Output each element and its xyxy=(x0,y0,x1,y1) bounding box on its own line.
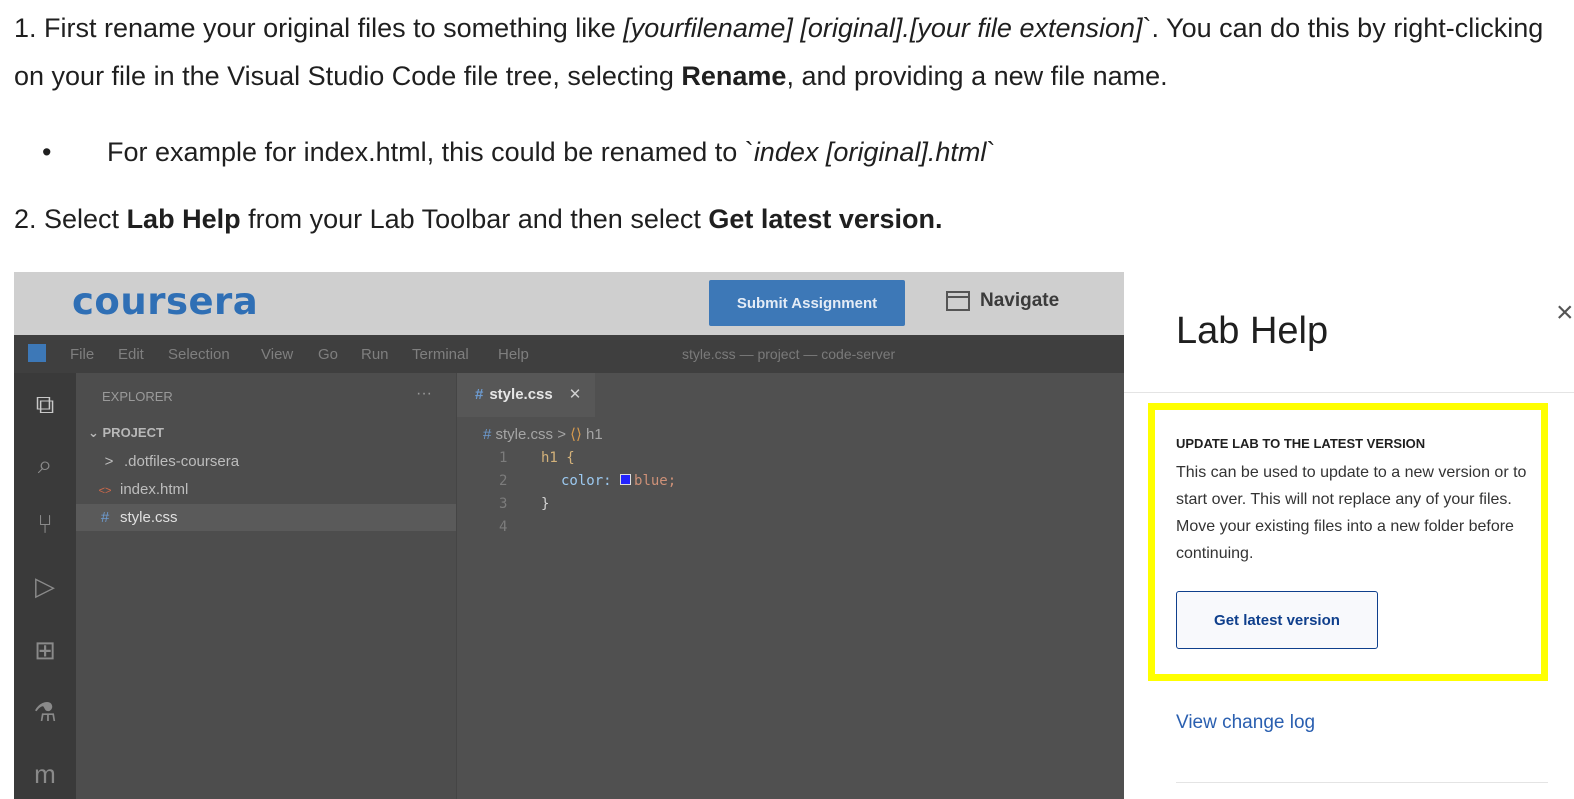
step-2-text: 2. Select Lab Help from your Lab Toolbar… xyxy=(14,195,942,243)
bullet-text: For example for index.html, this could b… xyxy=(107,137,754,167)
line-number: 4 xyxy=(499,519,508,535)
example-filename: index [original].html xyxy=(753,137,987,167)
filename-pattern: [yourfilename] [original].[your file ext… xyxy=(623,13,1143,43)
get-latest-keyword: Get latest version. xyxy=(708,204,943,234)
menu-help[interactable]: Help xyxy=(498,346,529,363)
testing-icon[interactable]: ⚗ xyxy=(30,697,60,727)
explorer-panel: EXPLORER ··· ⌄ PROJECT > .dotfiles-course… xyxy=(76,373,456,799)
css-file-icon: # xyxy=(475,386,484,403)
divider xyxy=(1124,392,1574,393)
lab-help-panel: Lab Help × UPDATE LAB TO THE LATEST VERS… xyxy=(1124,272,1574,799)
activity-bar: ⧉ ⌕ ⑂ ▷ ⊞ ⚗ m xyxy=(14,373,76,799)
editor-area[interactable]: # style.css ✕ # style.css > ⟨⟩ h1 1 2 3 4 … xyxy=(456,373,1124,799)
step-1-part: , and providing a new file name. xyxy=(786,61,1168,91)
vscode-menubar: File Edit Selection View Go Run Terminal… xyxy=(14,335,1124,373)
tree-item-label: style.css xyxy=(120,509,178,526)
bullet-dot: • xyxy=(42,137,52,167)
close-icon[interactable]: ✕ xyxy=(569,386,582,403)
line-number: 1 xyxy=(499,450,508,466)
html-file-icon: <> xyxy=(98,485,112,497)
lab-help-keyword: Lab Help xyxy=(126,204,241,234)
divider xyxy=(1176,782,1548,783)
menu-selection[interactable]: Selection xyxy=(168,346,230,363)
menu-file[interactable]: File xyxy=(70,346,94,363)
view-change-log-link[interactable]: View change log xyxy=(1176,712,1315,734)
step-2-part: 2. Select xyxy=(14,204,127,234)
window-icon xyxy=(946,291,970,311)
rename-keyword: Rename xyxy=(681,61,787,91)
tree-item-dotfiles[interactable]: > .dotfiles-coursera xyxy=(76,448,456,475)
tab-label: style.css xyxy=(489,386,553,403)
css-file-icon: # xyxy=(483,426,492,443)
code-line-1: h1 { xyxy=(541,450,575,466)
submit-assignment-button[interactable]: Submit Assignment xyxy=(709,280,905,326)
panel-title: Lab Help xyxy=(1176,310,1329,352)
bullet-text: ` xyxy=(986,137,996,167)
navigate-label: Navigate xyxy=(980,290,1060,311)
project-folder[interactable]: ⌄ PROJECT xyxy=(88,425,164,441)
step-2-part: from your Lab Toolbar and then select xyxy=(240,204,709,234)
symbol-icon: ⟨⟩ xyxy=(570,426,582,443)
source-control-icon[interactable]: ⑂ xyxy=(30,509,60,539)
window-title: style.css — project — code-server xyxy=(682,346,896,362)
step-1-text: 1. First rename your original files to s… xyxy=(14,4,1566,100)
tab-style-css[interactable]: # style.css ✕ xyxy=(457,373,595,417)
breadcrumb-separator: > xyxy=(557,426,566,443)
menu-terminal[interactable]: Terminal xyxy=(412,346,469,363)
get-latest-version-button[interactable]: Get latest version xyxy=(1176,591,1378,649)
ide-screenshot: coursera Submit Assignment Navigate File… xyxy=(14,272,1124,799)
menu-edit[interactable]: Edit xyxy=(118,346,144,363)
coursera-logo[interactable]: coursera xyxy=(72,280,258,323)
navigate-button[interactable]: Navigate xyxy=(946,290,1059,312)
breadcrumb-file[interactable]: style.css xyxy=(496,426,554,443)
explorer-title: EXPLORER xyxy=(102,389,173,404)
css-file-icon: # xyxy=(100,509,110,526)
menu-view[interactable]: View xyxy=(261,346,293,363)
tree-item-style-css[interactable]: # style.css xyxy=(76,504,456,531)
lab-extension-icon[interactable]: m xyxy=(30,759,60,789)
color-swatch-icon[interactable] xyxy=(620,474,632,485)
tree-item-label: index.html xyxy=(120,481,189,498)
close-icon[interactable]: × xyxy=(1556,296,1574,330)
line-number: 3 xyxy=(499,496,508,512)
css-property: color: xyxy=(561,473,612,489)
tree-item-label: .dotfiles-coursera xyxy=(124,453,240,470)
css-value: blue; xyxy=(634,473,677,489)
tree-item-index-html[interactable]: <> index.html xyxy=(76,476,456,503)
run-debug-icon[interactable]: ▷ xyxy=(30,571,60,601)
chevron-right-icon: > xyxy=(104,453,114,470)
code-line-3: } xyxy=(541,496,550,512)
menu-go[interactable]: Go xyxy=(318,346,338,363)
vscode-menu-icon[interactable] xyxy=(28,344,46,362)
line-number: 2 xyxy=(499,473,508,489)
step-1-part: 1. First rename your original files to s… xyxy=(14,13,624,43)
code-line-2: color: blue; xyxy=(561,473,676,489)
breadcrumb-symbol[interactable]: h1 xyxy=(586,426,603,443)
breadcrumb: # style.css > ⟨⟩ h1 xyxy=(483,425,603,443)
update-heading: UPDATE LAB TO THE LATEST VERSION xyxy=(1176,436,1426,451)
coursera-header: coursera Submit Assignment Navigate xyxy=(14,272,1124,335)
explorer-icon[interactable]: ⧉ xyxy=(30,389,60,419)
search-icon[interactable]: ⌕ xyxy=(30,449,60,479)
project-label: PROJECT xyxy=(102,425,164,440)
menu-run[interactable]: Run xyxy=(361,346,389,363)
extensions-icon[interactable]: ⊞ xyxy=(30,635,60,665)
update-description: This can be used to update to a new vers… xyxy=(1176,464,1527,562)
more-actions-icon[interactable]: ··· xyxy=(416,385,432,403)
